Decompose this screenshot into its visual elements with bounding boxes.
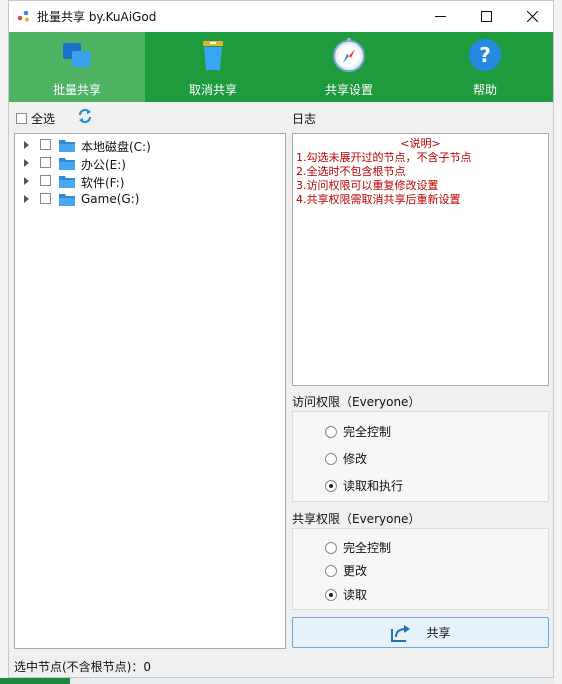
access-permission-group: 完全控制 修改 读取和执行 — [292, 411, 549, 502]
background-desktop-left — [0, 0, 8, 684]
close-icon — [526, 11, 538, 22]
share-option-change[interactable]: 更改 — [325, 562, 367, 579]
folder-icon — [59, 194, 75, 206]
tree-node[interactable]: Game(G:) — [15, 190, 285, 208]
radio-button-selected[interactable] — [325, 479, 337, 492]
radio-label: 读取和执行 — [343, 479, 404, 493]
access-option-read-execute[interactable]: 读取和执行 — [325, 477, 403, 494]
radio-button[interactable] — [325, 425, 337, 438]
log-line: 3.访问权限可以重复修改设置 — [296, 179, 439, 192]
tree-node-label: 办公(E:) — [81, 158, 126, 172]
select-all-label: 全选 — [31, 112, 56, 126]
close-button[interactable] — [509, 1, 555, 32]
share-arrow-icon — [391, 624, 411, 642]
app-window: 批量共享 by.KuAiGod 批量共享 取消共享 共享设置 ? 帮助 全选 本… — [8, 0, 554, 678]
radio-button[interactable] — [325, 452, 337, 465]
share-permission-group: 完全控制 更改 读取 — [292, 528, 549, 610]
svg-text:?: ? — [479, 43, 491, 67]
log-line: 1.勾选未展开过的节点，不含子节点 — [296, 151, 472, 164]
share-option-full-control[interactable]: 完全控制 — [325, 539, 391, 556]
tree-node[interactable]: 办公(E:) — [15, 154, 285, 172]
folder-icon — [59, 140, 75, 152]
tab-label: 取消共享 — [188, 83, 237, 97]
folder-icon — [59, 176, 75, 188]
log-line: 2.全选时不包含根节点 — [296, 165, 406, 178]
maximize-icon — [480, 11, 492, 22]
log-line: 4.共享权限需取消共享后重新设置 — [296, 193, 461, 206]
access-option-modify[interactable]: 修改 — [325, 450, 367, 467]
tree-node-label: 软件(F:) — [81, 176, 125, 190]
tab-label: 批量共享 — [52, 83, 101, 97]
radio-label: 完全控制 — [343, 425, 392, 439]
minimize-icon — [434, 16, 446, 17]
tree-node-checkbox[interactable] — [40, 157, 51, 168]
expand-arrow-icon[interactable] — [24, 195, 29, 203]
folder-tree[interactable]: 本地磁盘(C:) 办公(E:) 软件(F:) Game(G:) — [14, 133, 286, 649]
app-logo-icon — [17, 10, 29, 22]
tab-label: 共享设置 — [324, 83, 373, 97]
expand-arrow-icon[interactable] — [24, 141, 29, 149]
radio-label: 读取 — [343, 588, 368, 602]
tree-node-checkbox[interactable] — [40, 193, 51, 204]
maximize-button[interactable] — [463, 1, 509, 32]
title-bar[interactable]: 批量共享 by.KuAiGod — [9, 1, 553, 32]
tab-batch-share[interactable]: 批量共享 — [9, 32, 145, 102]
tree-node-checkbox[interactable] — [40, 139, 51, 150]
expand-arrow-icon[interactable] — [24, 159, 29, 167]
trash-icon — [203, 41, 223, 70]
batch-share-icon — [63, 43, 90, 67]
status-bar-text: 选中节点(不含根节点)：0 — [14, 660, 151, 674]
tab-cancel-share[interactable]: 取消共享 — [145, 32, 281, 102]
tree-node[interactable]: 本地磁盘(C:) — [15, 136, 285, 154]
radio-label: 完全控制 — [343, 541, 392, 555]
tree-node-label: Game(G:) — [81, 192, 140, 206]
help-icon: ? — [469, 39, 501, 71]
share-permission-label: 共享权限（Everyone） — [292, 512, 421, 526]
select-all-box[interactable] — [16, 113, 27, 124]
folder-icon — [59, 158, 75, 170]
log-title: <说明> — [400, 137, 441, 150]
refresh-icon[interactable] — [77, 108, 93, 124]
radio-label: 更改 — [343, 564, 368, 578]
compass-icon — [333, 38, 365, 72]
access-option-full-control[interactable]: 完全控制 — [325, 423, 391, 440]
radio-button[interactable] — [325, 541, 337, 554]
minimize-button[interactable] — [417, 1, 463, 32]
window-title: 批量共享 by.KuAiGod — [37, 10, 157, 24]
expand-arrow-icon[interactable] — [24, 177, 29, 185]
access-permission-label: 访问权限（Everyone） — [292, 395, 421, 409]
tab-help[interactable]: ? 帮助 — [417, 32, 553, 102]
radio-button[interactable] — [325, 564, 337, 577]
radio-button-selected[interactable] — [325, 588, 337, 601]
select-all-checkbox[interactable]: 全选 — [16, 110, 55, 127]
tab-label: 帮助 — [472, 83, 497, 97]
tree-node[interactable]: 软件(F:) — [15, 172, 285, 190]
background-desktop-right — [554, 0, 562, 684]
tree-node-label: 本地磁盘(C:) — [81, 140, 151, 154]
log-label: 日志 — [292, 112, 317, 126]
main-toolbar: 批量共享 取消共享 共享设置 ? 帮助 — [9, 32, 553, 102]
background-taskbar-strip — [0, 678, 70, 684]
share-option-read[interactable]: 读取 — [325, 586, 367, 603]
share-button-label: 共享 — [426, 626, 451, 640]
radio-label: 修改 — [343, 452, 368, 466]
log-textarea[interactable]: <说明> 1.勾选未展开过的节点，不含子节点 2.全选时不包含根节点 3.访问权… — [292, 133, 549, 386]
tab-share-settings[interactable]: 共享设置 — [281, 32, 417, 102]
share-button[interactable]: 共享 — [292, 617, 549, 648]
tree-node-checkbox[interactable] — [40, 175, 51, 186]
